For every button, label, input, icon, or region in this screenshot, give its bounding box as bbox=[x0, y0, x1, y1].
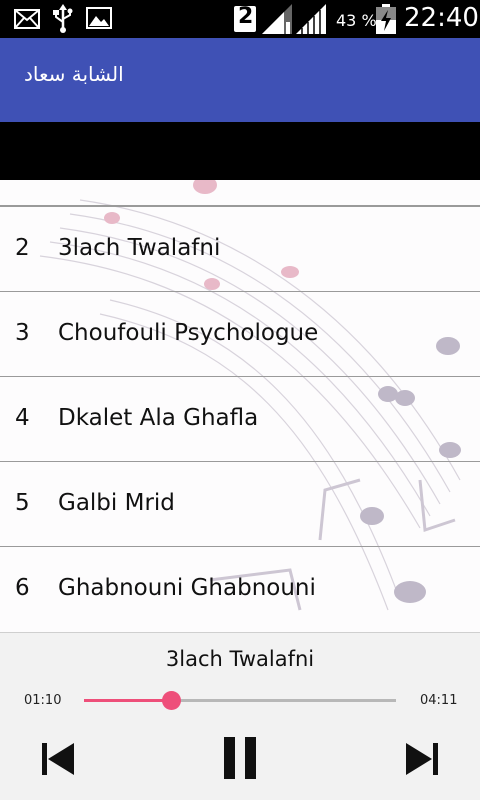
track-number: 6 bbox=[15, 575, 30, 601]
status-bar: 2 43 % 22:40 bbox=[0, 0, 480, 38]
clock: 22:40 bbox=[404, 3, 479, 33]
track-title: Choufouli Psychologue bbox=[58, 320, 319, 346]
battery-percent: 43 % bbox=[336, 11, 377, 30]
app-title: الشابة سعاد bbox=[24, 62, 124, 86]
list-item[interactable]: 4 Dkalet Ala Ghafla bbox=[0, 376, 480, 461]
app-bar: الشابة سعاد bbox=[0, 38, 480, 122]
pause-icon[interactable] bbox=[222, 737, 258, 783]
total-time: 04:11 bbox=[420, 693, 458, 708]
list-item[interactable]: 5 Galbi Mrid bbox=[0, 461, 480, 546]
seek-bar-progress bbox=[84, 699, 172, 702]
player-panel: 3lach Twalafni 01:10 04:11 bbox=[0, 632, 480, 800]
track-number: 2 bbox=[15, 235, 30, 261]
banner-area bbox=[0, 122, 480, 180]
track-number: 5 bbox=[15, 490, 30, 516]
previous-icon[interactable] bbox=[40, 741, 76, 781]
track-title: Dkalet Ala Ghafla bbox=[58, 405, 259, 431]
mail-icon bbox=[14, 9, 40, 33]
now-playing-title: 3lach Twalafni bbox=[165, 647, 315, 671]
usb-icon bbox=[52, 4, 74, 38]
image-icon bbox=[86, 7, 112, 33]
seek-bar-thumb[interactable] bbox=[162, 691, 182, 710]
track-title: 3lach Twalafni bbox=[58, 235, 221, 261]
track-title: Galbi Mrid bbox=[58, 490, 175, 516]
sim-slot-label: 2 bbox=[238, 4, 254, 29]
signal-icon bbox=[262, 4, 292, 38]
list-item[interactable]: 3 Choufouli Psychologue bbox=[0, 291, 480, 376]
track-number: 4 bbox=[15, 405, 30, 431]
next-icon[interactable] bbox=[404, 741, 440, 781]
seek-bar[interactable] bbox=[84, 691, 396, 710]
list-item[interactable]: 2 3lach Twalafni bbox=[0, 206, 480, 291]
battery-charging-icon bbox=[376, 4, 396, 38]
track-number: 3 bbox=[15, 320, 30, 346]
signal-icon bbox=[296, 4, 326, 38]
current-time: 01:10 bbox=[24, 693, 62, 708]
track-title: Ghabnouni Ghabnouni bbox=[58, 575, 316, 601]
list-item[interactable]: 6 Ghabnouni Ghabnouni bbox=[0, 546, 480, 631]
song-list[interactable]: 2 3lach Twalafni 3 Choufouli Psychologue 4 Dk… bbox=[0, 180, 480, 632]
